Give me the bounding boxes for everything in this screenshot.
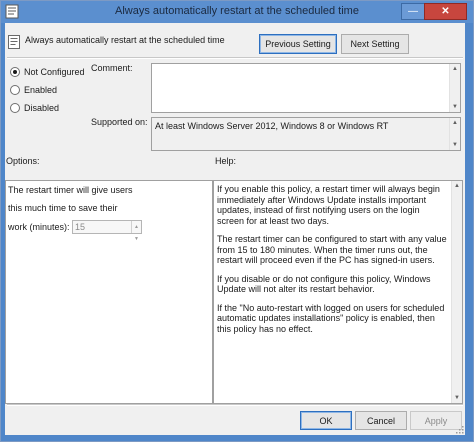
options-line-2: this much time to save their	[8, 203, 118, 213]
scroll-down-icon[interactable]: ▼	[450, 102, 460, 112]
scroll-down-icon[interactable]: ▼	[450, 140, 460, 150]
help-text: If you enable this policy, a restart tim…	[217, 184, 447, 342]
footer-separator	[7, 404, 463, 406]
apply-button[interactable]: Apply	[410, 411, 462, 430]
cancel-label: Cancel	[366, 415, 395, 426]
options-line-3: work (minutes):	[8, 222, 70, 232]
close-button[interactable]: ✕	[424, 3, 467, 20]
options-line-1: The restart timer will give users	[8, 185, 133, 195]
help-paragraph: If the "No auto-restart with logged on u…	[217, 302, 445, 334]
help-scrollbar[interactable]: ▲ ▼	[451, 181, 462, 403]
header-separator	[7, 57, 463, 59]
previous-setting-label: Previous Setting	[265, 39, 331, 49]
minimize-icon: —	[408, 6, 418, 17]
policy-dialog-window: Always automatically restart at the sche…	[0, 0, 474, 442]
policy-document-icon	[8, 35, 20, 49]
previous-setting-button[interactable]: Previous Setting	[259, 34, 337, 54]
radio-selected-dot	[13, 70, 17, 74]
dialog-client-area: Always automatically restart at the sche…	[5, 23, 465, 435]
supported-on-scrollbar[interactable]: ▲ ▼	[449, 118, 460, 150]
next-setting-button[interactable]: Next Setting	[341, 34, 409, 54]
apply-label: Apply	[424, 415, 448, 426]
radio-enabled-label: Enabled	[24, 85, 58, 95]
help-heading: Help:	[215, 156, 237, 166]
spin-down-icon[interactable]: ▼	[134, 233, 139, 245]
minimize-button[interactable]: —	[401, 3, 425, 20]
supported-on-box: At least Windows Server 2012, Windows 8 …	[151, 117, 461, 151]
scroll-up-icon[interactable]: ▲	[450, 118, 460, 128]
radio-not-configured[interactable]: Not Configured	[10, 67, 85, 77]
radio-enabled[interactable]: Enabled	[10, 85, 57, 95]
supported-on-label: Supported on:	[91, 117, 148, 127]
title-bar[interactable]: Always automatically restart at the sche…	[1, 1, 473, 23]
scroll-down-icon[interactable]: ▼	[452, 393, 462, 403]
radio-not-configured-circle	[10, 67, 20, 77]
next-setting-label: Next Setting	[350, 39, 400, 49]
help-paragraph: If you enable this policy, a restart tim…	[217, 184, 440, 226]
options-heading: Options:	[6, 156, 40, 166]
options-pane: The restart timer will give users this m…	[5, 180, 213, 404]
radio-disabled-circle	[10, 103, 20, 113]
restart-minutes-value: 15	[75, 222, 86, 232]
restart-minutes-spinbox[interactable]: 15 ▲ ▼	[72, 220, 142, 242]
spin-buttons[interactable]: ▲ ▼	[131, 221, 141, 242]
comment-textbox[interactable]: ▲ ▼	[151, 63, 461, 113]
radio-disabled-label: Disabled	[24, 103, 60, 113]
resize-grip-icon[interactable]	[456, 426, 464, 434]
help-paragraph: The restart timer can be configured to s…	[217, 234, 447, 265]
scroll-up-icon[interactable]: ▲	[452, 181, 462, 191]
radio-enabled-circle	[10, 85, 20, 95]
supported-on-value: At least Windows Server 2012, Windows 8 …	[155, 121, 389, 131]
comment-label: Comment:	[91, 63, 133, 73]
spin-up-icon[interactable]: ▲	[134, 221, 139, 233]
policy-name: Always automatically restart at the sche…	[25, 35, 225, 45]
ok-button[interactable]: OK	[300, 411, 352, 430]
radio-not-configured-label: Not Configured	[24, 67, 85, 77]
radio-disabled[interactable]: Disabled	[10, 103, 59, 113]
ok-label: OK	[319, 415, 333, 426]
close-icon: ✕	[441, 6, 450, 17]
comment-scrollbar[interactable]: ▲ ▼	[449, 64, 460, 112]
scroll-up-icon[interactable]: ▲	[450, 64, 460, 74]
help-pane: If you enable this policy, a restart tim…	[213, 180, 463, 404]
cancel-button[interactable]: Cancel	[355, 411, 407, 430]
help-paragraph: If you disable or do not configure this …	[217, 273, 431, 295]
